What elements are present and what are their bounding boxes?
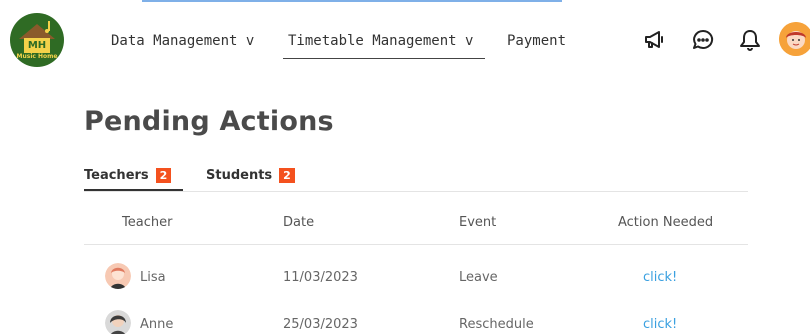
nav-timetable-management[interactable]: Timetable Management v bbox=[288, 30, 473, 52]
action-link[interactable]: click! bbox=[643, 317, 677, 332]
event-date: 11/03/2023 bbox=[283, 270, 358, 285]
logo-initials: MH bbox=[27, 40, 47, 51]
nav-data-management[interactable]: Data Management v bbox=[111, 30, 254, 52]
event-type: Reschedule bbox=[459, 317, 534, 332]
megaphone-icon[interactable] bbox=[640, 26, 668, 54]
tab-teachers-label: Teachers bbox=[84, 168, 149, 183]
tab-teachers[interactable]: Teachers 2 bbox=[84, 168, 172, 183]
navbar: MH Music Home Data Management v Timetabl… bbox=[0, 0, 810, 80]
action-link[interactable]: click! bbox=[643, 270, 677, 285]
user-avatar[interactable] bbox=[779, 22, 810, 56]
column-header-date: Date bbox=[283, 215, 315, 230]
column-header-event: Event bbox=[459, 215, 497, 230]
table-header: Teacher Date Event Action Needed bbox=[84, 212, 748, 234]
teacher-name: Anne bbox=[140, 317, 174, 332]
teacher-avatar bbox=[105, 263, 131, 289]
nav-payment[interactable]: Payment bbox=[507, 30, 566, 52]
table-header-divider bbox=[84, 244, 748, 245]
page-title: Pending Actions bbox=[84, 106, 334, 137]
tab-students[interactable]: Students 2 bbox=[206, 168, 295, 183]
event-type: Leave bbox=[459, 270, 498, 285]
nav-active-underline bbox=[283, 58, 485, 59]
tab-students-count-badge: 2 bbox=[279, 168, 295, 183]
table-row: Lisa 11/03/2023 Leave click! bbox=[84, 263, 748, 293]
bell-icon[interactable] bbox=[736, 26, 764, 54]
tab-students-label: Students bbox=[206, 168, 273, 183]
chat-icon[interactable] bbox=[689, 26, 717, 54]
tab-teachers-count-badge: 2 bbox=[155, 168, 172, 183]
teacher-avatar bbox=[105, 310, 131, 334]
logo-subtext: Music Home bbox=[16, 53, 58, 60]
tabs-divider bbox=[84, 191, 748, 192]
teacher-name: Lisa bbox=[140, 270, 166, 285]
event-date: 25/03/2023 bbox=[283, 317, 358, 332]
column-header-teacher: Teacher bbox=[122, 215, 173, 230]
table-row: Anne 25/03/2023 Reschedule click! bbox=[84, 310, 748, 334]
logo[interactable]: MH Music Home bbox=[10, 13, 64, 67]
column-header-action-needed: Action Needed bbox=[618, 215, 714, 230]
